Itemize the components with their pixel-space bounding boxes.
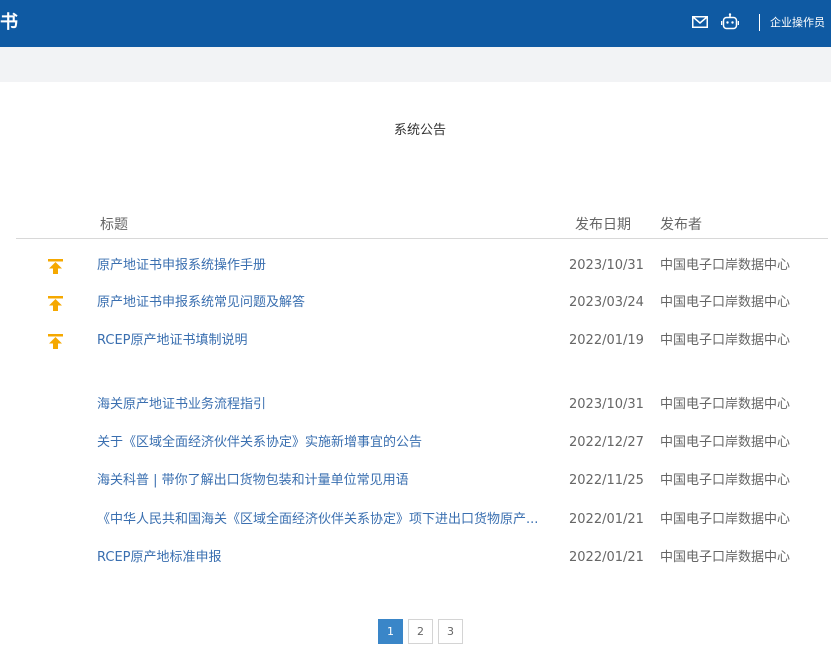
app-title: 书 bbox=[0, 12, 18, 33]
robot-icon[interactable] bbox=[721, 13, 739, 31]
column-header-date: 发布日期 bbox=[575, 217, 631, 233]
table-row[interactable]: RCEP原产地标准申报 2022/01/21 中国电子口岸数据中心 bbox=[0, 547, 831, 569]
column-header-publisher: 发布者 bbox=[660, 217, 702, 233]
page-button-3[interactable]: 3 bbox=[438, 619, 463, 644]
pinned-row[interactable]: RCEP原产地证书填制说明 2022/01/19 中国电子口岸数据中心 bbox=[0, 330, 831, 352]
notice-date: 2023/10/31 bbox=[569, 258, 644, 273]
table-row[interactable]: 海关原产地证书业务流程指引 2023/10/31 中国电子口岸数据中心 bbox=[0, 394, 831, 416]
notice-date: 2023/10/31 bbox=[569, 397, 644, 412]
sub-header-bar bbox=[0, 47, 831, 82]
notice-date: 2022/12/27 bbox=[569, 435, 644, 450]
pin-top-icon bbox=[48, 259, 63, 274]
notice-publisher: 中国电子口岸数据中心 bbox=[660, 512, 791, 527]
mail-icon[interactable] bbox=[692, 16, 708, 28]
notice-date: 2022/01/21 bbox=[569, 550, 644, 565]
notice-title-link[interactable]: 海关原产地证书业务流程指引 bbox=[97, 394, 560, 416]
table-row[interactable]: 海关科普 | 带你了解出口货物包装和计量单位常见用语 2022/11/25 中国… bbox=[0, 470, 831, 492]
notice-title-link[interactable]: 关于《区域全面经济伙伴关系协定》实施新增事宜的公告 bbox=[97, 432, 560, 454]
notice-publisher: 中国电子口岸数据中心 bbox=[660, 550, 791, 565]
notice-title-link[interactable]: RCEP原产地标准申报 bbox=[97, 547, 560, 569]
pinned-row[interactable]: 原产地证书申报系统操作手册 2023/10/31 中国电子口岸数据中心 bbox=[0, 255, 831, 277]
page-button-1[interactable]: 1 bbox=[378, 619, 403, 644]
notice-publisher: 中国电子口岸数据中心 bbox=[660, 473, 791, 488]
notice-title-link[interactable]: 《中华人民共和国海关《区域全面经济伙伴关系协定》项下进出口货物原产... bbox=[97, 509, 560, 531]
pinned-row[interactable]: 原产地证书申报系统常见问题及解答 2023/03/24 中国电子口岸数据中心 bbox=[0, 292, 831, 314]
pin-top-icon bbox=[48, 296, 63, 311]
top-header-bar: 书 企业操作员 bbox=[0, 0, 831, 47]
notice-date: 2022/11/25 bbox=[569, 473, 644, 488]
page-title: 系统公告 bbox=[393, 123, 446, 138]
notice-title-link[interactable]: 原产地证书申报系统常见问题及解答 bbox=[97, 292, 560, 314]
column-header-title: 标题 bbox=[100, 217, 128, 233]
notice-date: 2022/01/19 bbox=[569, 333, 644, 348]
notice-publisher: 中国电子口岸数据中心 bbox=[660, 397, 791, 412]
table-header: 标题 发布日期 发布者 bbox=[0, 214, 831, 238]
notice-date: 2023/03/24 bbox=[569, 295, 644, 310]
notice-publisher: 中国电子口岸数据中心 bbox=[660, 295, 791, 310]
pin-top-icon bbox=[48, 334, 63, 349]
page-button-2[interactable]: 2 bbox=[408, 619, 433, 644]
notice-date: 2022/01/21 bbox=[569, 512, 644, 527]
notice-publisher: 中国电子口岸数据中心 bbox=[660, 258, 791, 273]
table-row[interactable]: 《中华人民共和国海关《区域全面经济伙伴关系协定》项下进出口货物原产... 202… bbox=[0, 509, 831, 531]
notice-title-link[interactable]: 原产地证书申报系统操作手册 bbox=[97, 255, 560, 277]
notice-title-link[interactable]: 海关科普 | 带你了解出口货物包装和计量单位常见用语 bbox=[97, 470, 560, 492]
notice-title-link[interactable]: RCEP原产地证书填制说明 bbox=[97, 330, 560, 352]
table-header-divider bbox=[16, 238, 828, 239]
notice-publisher: 中国电子口岸数据中心 bbox=[660, 435, 791, 450]
header-divider bbox=[759, 14, 760, 31]
user-menu[interactable]: 企业操作员 bbox=[770, 14, 825, 31]
notice-publisher: 中国电子口岸数据中心 bbox=[660, 333, 791, 348]
table-row[interactable]: 关于《区域全面经济伙伴关系协定》实施新增事宜的公告 2022/12/27 中国电… bbox=[0, 432, 831, 454]
